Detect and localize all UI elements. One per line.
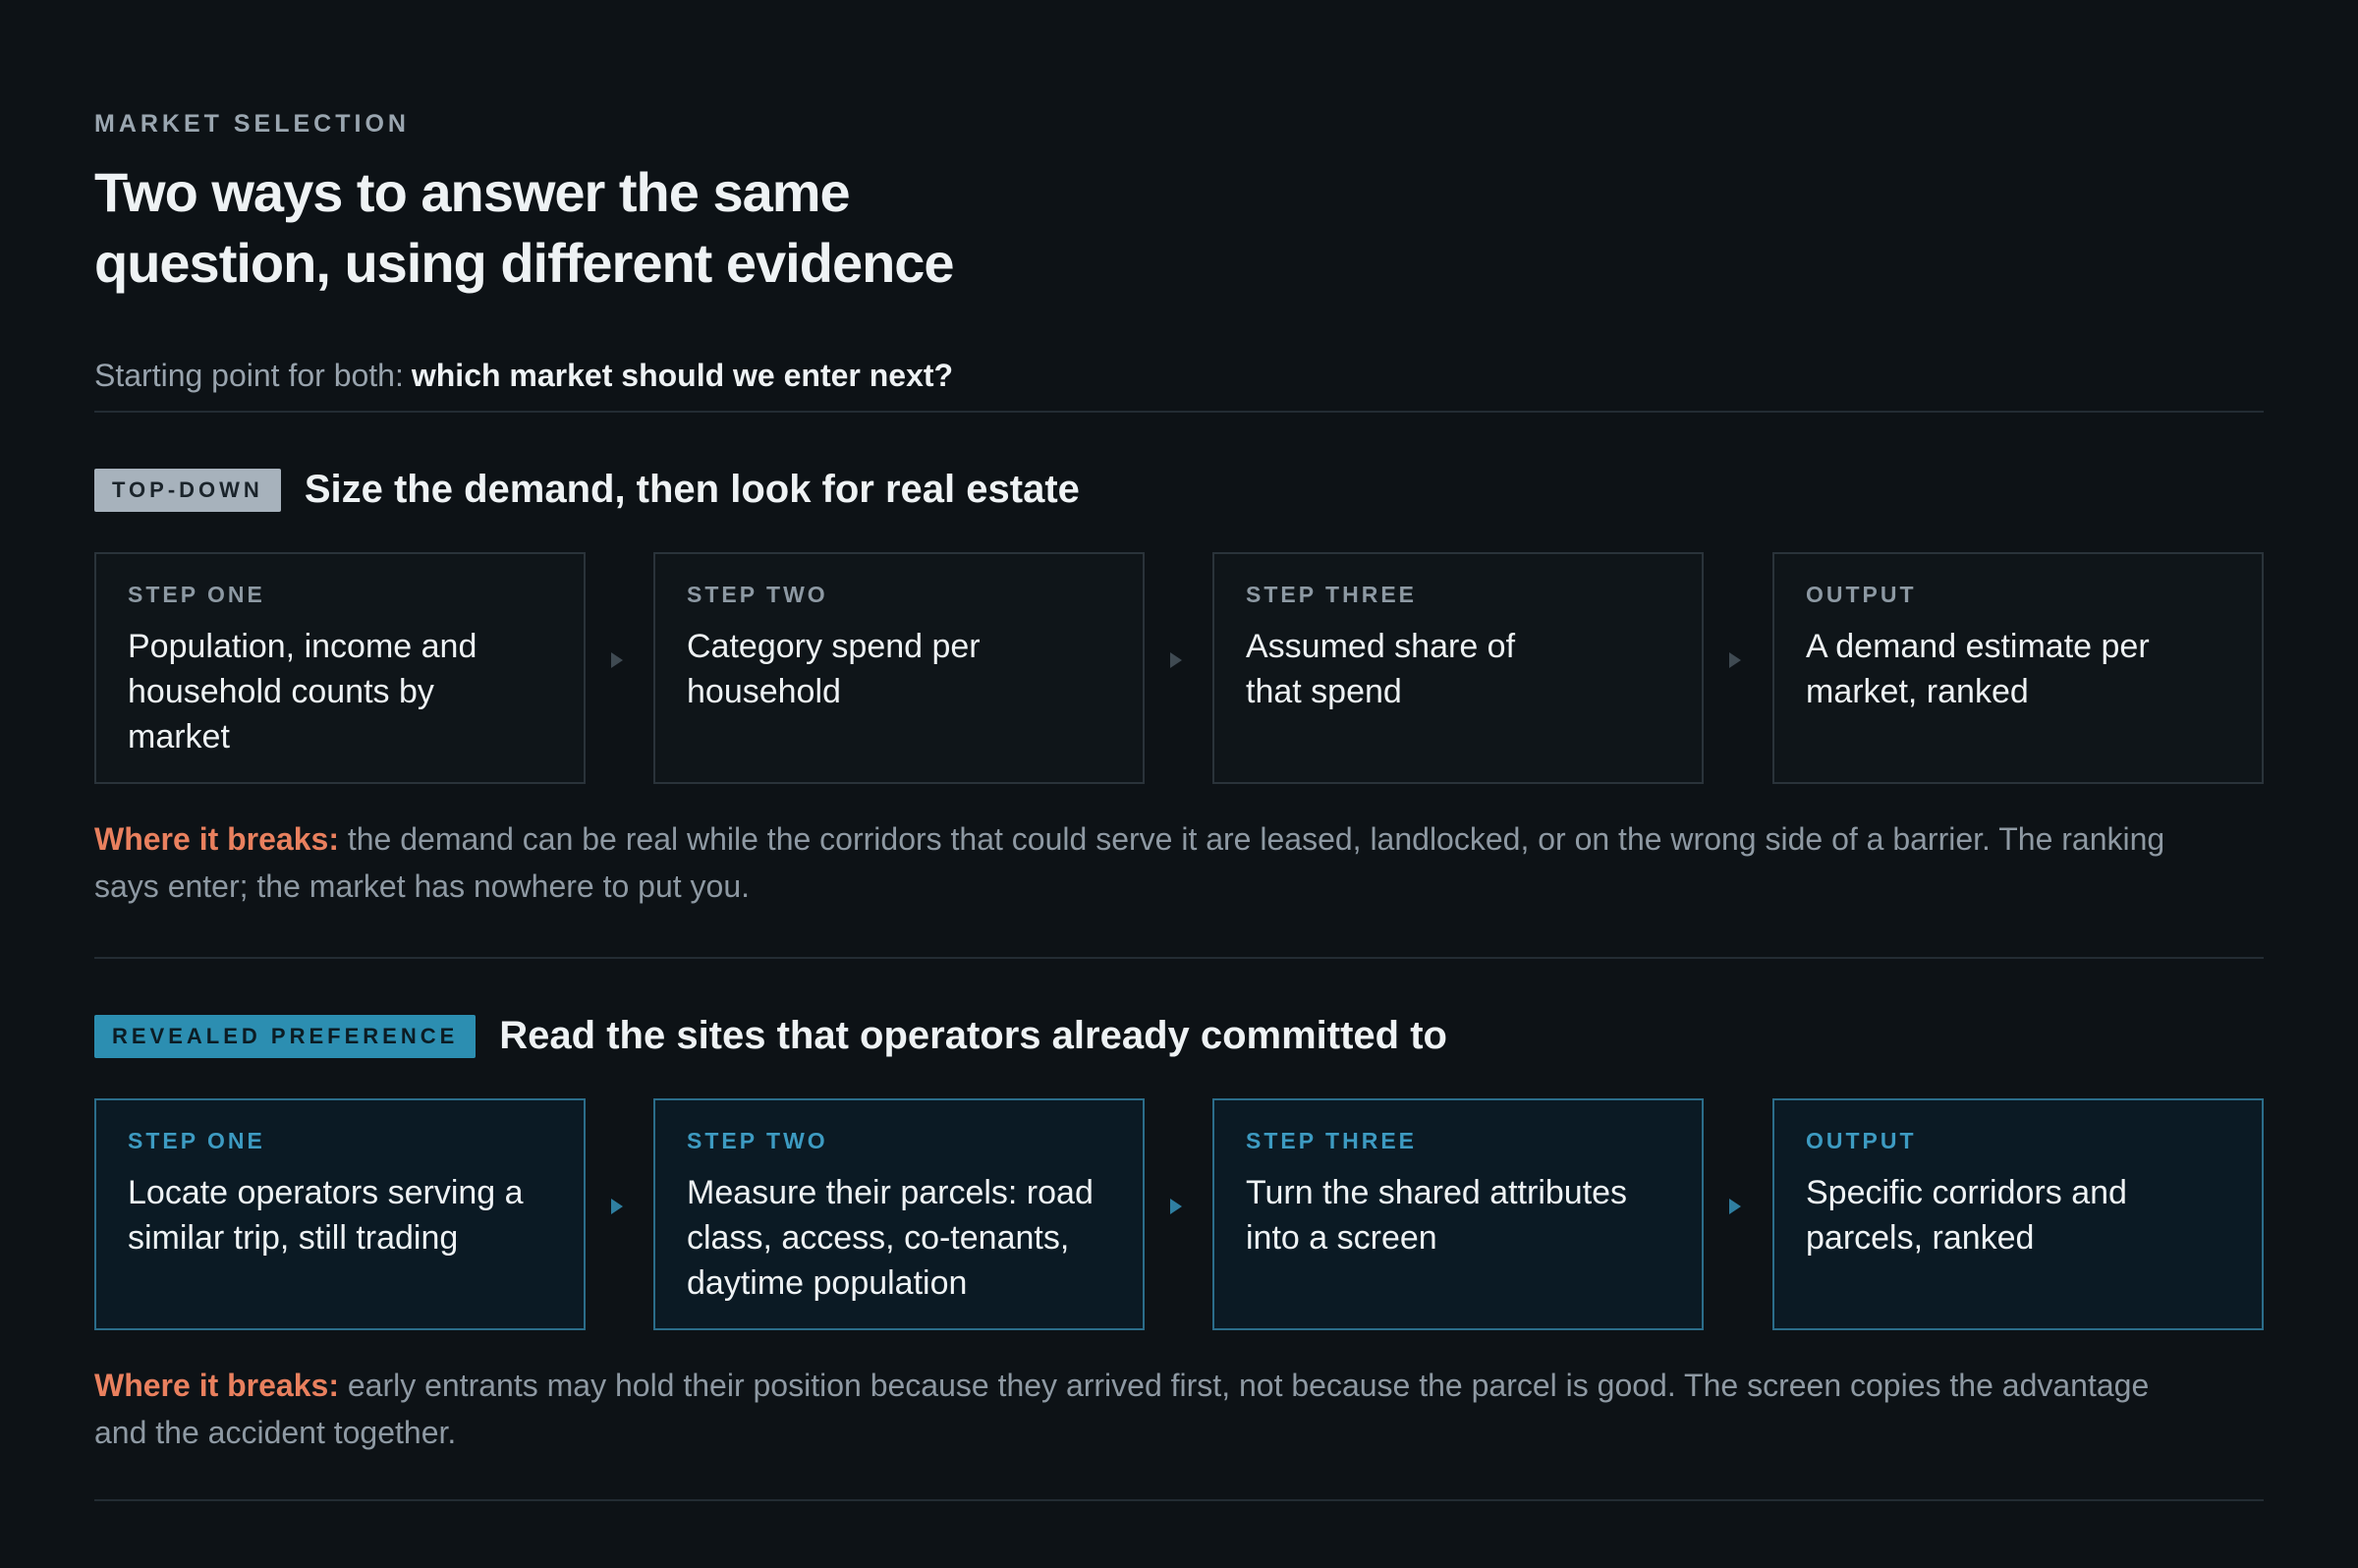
step-label: STEP THREE (1246, 582, 1417, 607)
eyebrow-label: MARKET SELECTION (94, 110, 410, 138)
step-card: STEP THREE Assumed share of that spend (1212, 552, 1704, 784)
step-text: Population, income and household counts … (128, 628, 477, 756)
where-it-breaks-label: Where it breaks: (94, 1368, 339, 1403)
step-text: Turn the shared attributes into a screen (1246, 1174, 1628, 1257)
step-text: Measure their parcels: road class, acces… (687, 1174, 1094, 1302)
starting-point-prefix: Starting point for both: (94, 358, 404, 393)
step-card: STEP TWO Measure their parcels: road cla… (653, 1098, 1145, 1330)
arrow-right-icon (611, 1199, 623, 1214)
step-label: STEP TWO (687, 1128, 828, 1153)
tag-top-down: TOP-DOWN (94, 468, 281, 512)
revealed-preference-steps: STEP ONE Locate operators serving a simi… (94, 1098, 2264, 1332)
page-title-line-1: Two ways to answer the same (94, 161, 851, 223)
output-text: A demand estimate per market, ranked (1806, 628, 2150, 710)
where-it-breaks-label: Where it breaks: (94, 821, 339, 857)
section-revealed-preference-header: REVEALED PREFERENCE Read the sites that … (94, 1014, 1447, 1058)
arrow-right-icon (1729, 1199, 1741, 1214)
section-title: Read the sites that operators already co… (499, 1014, 1447, 1057)
output-card: OUTPUT A demand estimate per market, ran… (1772, 552, 2264, 784)
divider (94, 1499, 2264, 1501)
step-label: STEP ONE (128, 582, 265, 607)
step-text: Locate operators serving a similar trip,… (128, 1174, 524, 1257)
section-title: Size the demand, then look for real esta… (304, 468, 1080, 511)
step-card: STEP TWO Category spend per household (653, 552, 1145, 784)
step-card: STEP THREE Turn the shared attributes in… (1212, 1098, 1704, 1330)
step-card: STEP ONE Locate operators serving a simi… (94, 1098, 586, 1330)
output-card: OUTPUT Specific corridors and parcels, r… (1772, 1098, 2264, 1330)
where-it-breaks-note: Where it breaks: the demand can be real … (94, 815, 2177, 910)
step-label: STEP ONE (128, 1128, 265, 1153)
page-title-line-2: question, using different evidence (94, 232, 955, 294)
where-it-breaks-note: Where it breaks: early entrants may hold… (94, 1362, 2177, 1456)
where-it-breaks-text: early entrants may hold their position b… (94, 1368, 2150, 1450)
step-text: Assumed share of that spend (1246, 628, 1516, 710)
divider (94, 411, 2264, 413)
arrow-right-icon (1170, 1199, 1182, 1214)
page: MARKET SELECTION Two ways to answer the … (0, 0, 2358, 1568)
section-top-down-header: TOP-DOWN Size the demand, then look for … (94, 468, 1080, 512)
arrow-right-icon (611, 652, 623, 668)
top-down-steps: STEP ONE Population, income and househol… (94, 552, 2264, 786)
arrow-right-icon (1729, 652, 1741, 668)
starting-point-question: which market should we enter next? (411, 358, 954, 393)
step-card: STEP ONE Population, income and househol… (94, 552, 586, 784)
step-label: STEP THREE (1246, 1128, 1417, 1153)
starting-point: Starting point for both: which market sho… (94, 358, 953, 394)
divider (94, 957, 2264, 959)
step-text: Category spend per household (687, 628, 981, 710)
arrow-right-icon (1170, 652, 1182, 668)
output-label: OUTPUT (1806, 1128, 1917, 1153)
output-label: OUTPUT (1806, 582, 1917, 607)
where-it-breaks-text: the demand can be real while the corrido… (94, 821, 2165, 904)
page-title: Two ways to answer the same question, us… (94, 157, 1175, 299)
step-label: STEP TWO (687, 582, 828, 607)
tag-revealed-preference: REVEALED PREFERENCE (94, 1014, 477, 1058)
output-text: Specific corridors and parcels, ranked (1806, 1174, 2127, 1257)
